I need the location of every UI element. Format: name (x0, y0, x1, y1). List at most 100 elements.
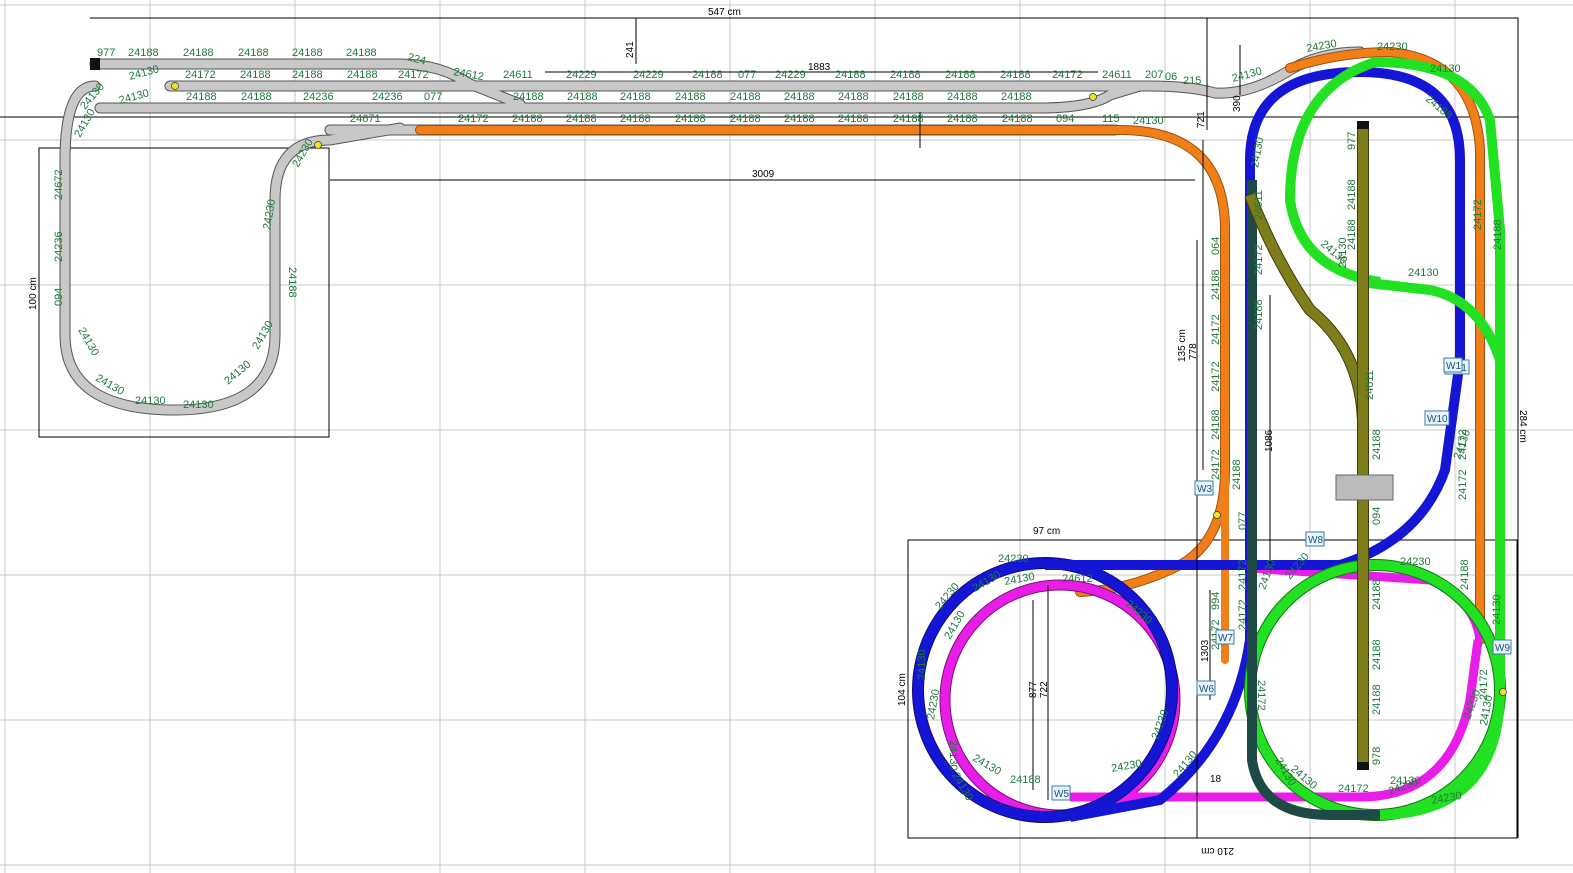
part-label: 24188 (1459, 559, 1471, 590)
part-label: 24188 (838, 91, 869, 103)
part-label: 24172 (458, 113, 489, 125)
part-label: 24188 (1210, 269, 1222, 300)
part-label: 24230 (1377, 41, 1408, 53)
dim-18: 18 (1210, 774, 1222, 785)
part-label: 24130 (1337, 237, 1349, 268)
part-label: 24188 (1492, 219, 1504, 250)
part-label: 094 (1371, 507, 1383, 525)
part-label: 24172 (1457, 429, 1469, 460)
part-label: 24188 (512, 113, 543, 125)
part-label: 24172 (1210, 449, 1222, 480)
part-label: 24172 (398, 69, 429, 81)
part-label: 24188 (186, 91, 217, 103)
part-label: 24130 (1491, 594, 1503, 625)
part-label: 24236 (53, 231, 65, 262)
turnout-text: W8 (1308, 535, 1323, 546)
part-label: 077 (738, 69, 756, 81)
dim-877: 877 (1028, 681, 1039, 698)
part-label: 24130 (75, 326, 101, 358)
turnout-text: W7 (1218, 633, 1233, 644)
part-label: 24172 (1237, 599, 1249, 630)
part-label: 24188 (1002, 113, 1033, 125)
part-label: 24188 (620, 113, 651, 125)
part-label: 24188 (675, 113, 706, 125)
part-label: 24130 (1430, 63, 1461, 75)
part-label: 24611 (1253, 190, 1265, 220)
part-label: 24188 (620, 91, 651, 103)
part-label: 24188 (1346, 179, 1358, 210)
part-label: 094 (53, 288, 65, 306)
part-label: 24188 (675, 91, 706, 103)
baseboards (0, 17, 1519, 839)
part-label: 24188 (835, 69, 866, 81)
part-label: 24130 (1390, 775, 1421, 787)
part-label: 24230 (1400, 556, 1431, 568)
part-label: 24172 (1255, 680, 1267, 711)
turnout-label[interactable]: W8 (1305, 531, 1325, 547)
turnout-label[interactable]: W6 (1196, 680, 1216, 696)
dim-1883: 1883 (808, 62, 831, 73)
part-label: 24172 (1472, 199, 1484, 230)
part-label: 24130 (1133, 115, 1164, 127)
part-label: 24229 (775, 69, 806, 81)
buffer-stop-left (90, 58, 100, 70)
part-label: 24130 (947, 740, 959, 771)
dim-width-total: 547 cm (708, 7, 741, 18)
part-label: 24172 (1338, 783, 1369, 795)
turnout-label[interactable]: W1 (1443, 357, 1463, 373)
dim-3009: 3009 (752, 169, 775, 180)
turnout-text: W9 (1495, 643, 1510, 654)
part-label: 24230 (998, 553, 1029, 565)
part-label: 24188 (346, 47, 377, 59)
part-label: 24188 (347, 69, 378, 81)
dimension-lines (330, 18, 1271, 838)
part-label: 24188 (947, 91, 978, 103)
part-label: 24188 (890, 69, 921, 81)
turnout-label[interactable]: W3 (1194, 480, 1214, 496)
turnout-label[interactable]: W5 (1051, 785, 1071, 801)
turnout-label[interactable]: W9 (1492, 639, 1512, 655)
part-label: 24188 (1001, 91, 1032, 103)
part-label: 24188 (730, 91, 761, 103)
signals (171, 82, 1507, 696)
part-label: 24188 (238, 47, 269, 59)
part-label: 24188 (893, 91, 924, 103)
part-label: 24188 (241, 91, 272, 103)
part-label: 24130 (1408, 267, 1439, 279)
part-label: 24172 (1052, 69, 1083, 81)
part-label: 24188 (784, 113, 815, 125)
dim-284cm: 284 cm (1517, 410, 1528, 443)
part-label: 06 (1165, 71, 1177, 83)
part-label: 24188 (945, 69, 976, 81)
part-label: 977 (1346, 132, 1358, 150)
part-label: 24188 (567, 91, 598, 103)
part-label: 115 (1102, 113, 1120, 125)
part-label: 24188 (240, 69, 271, 81)
dim-721: 721 (1196, 111, 1207, 128)
track-plan: 977 24188 24188 24188 24188 24188 22424130 2417… (0, 0, 1573, 873)
turnout-label[interactable]: W10 (1424, 410, 1450, 426)
part-label: 994 (1210, 592, 1222, 610)
dim-778: 778 (1188, 343, 1199, 360)
dim-1303: 1303 (1200, 639, 1211, 662)
part-label: 094 (1056, 113, 1074, 125)
part-label: 24172 (1237, 559, 1249, 590)
part-label: 24130 (916, 649, 928, 680)
part-label: 24612 (1062, 573, 1093, 585)
part-label: 24172 (185, 69, 216, 81)
part-label: 24188 (784, 91, 815, 103)
part-label: 24188 (128, 47, 159, 59)
part-label: 24236 (372, 91, 403, 103)
part-label: 24611 (1102, 69, 1132, 81)
dim-241: 241 (625, 41, 636, 58)
part-label: 24188 (1371, 684, 1383, 715)
board-left (38, 147, 330, 438)
buffer-stop-top (1357, 121, 1369, 129)
part-label: 24188 (1231, 459, 1243, 490)
part-label: 24188 (838, 113, 869, 125)
part-label: 24172 (1478, 669, 1490, 700)
part-label: 24230 (925, 688, 942, 720)
track-gray (59, 46, 1366, 416)
turnout-label[interactable]: W7 (1215, 629, 1235, 645)
part-label: 24188 (1000, 69, 1031, 81)
